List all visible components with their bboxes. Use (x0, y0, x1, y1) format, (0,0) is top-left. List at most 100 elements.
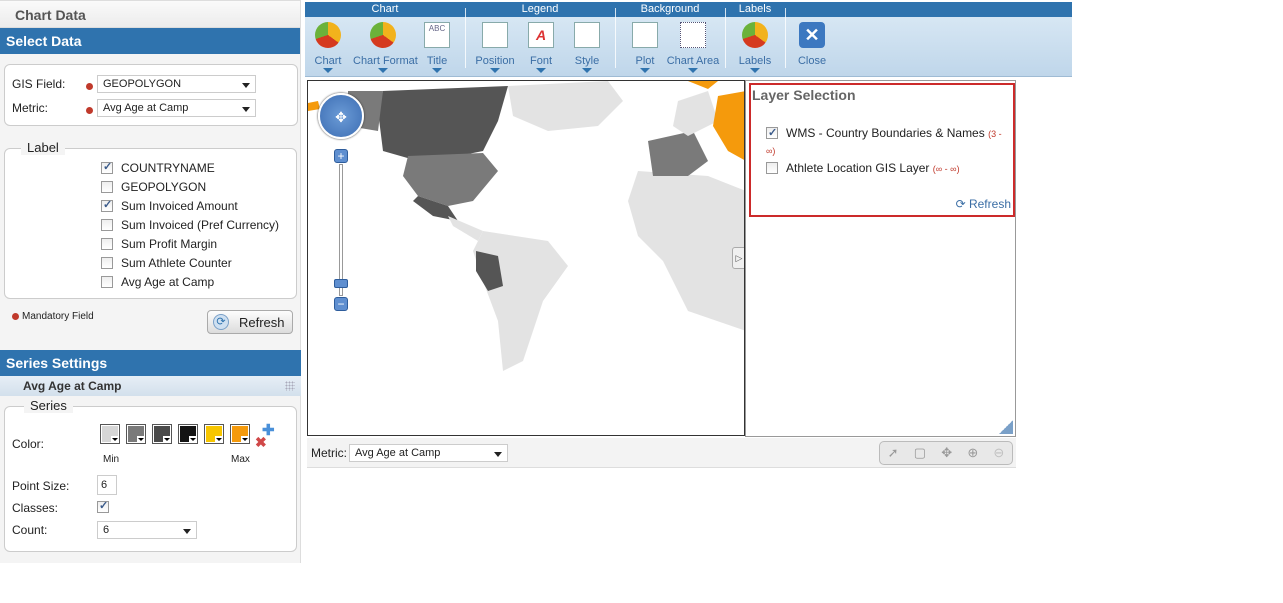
toolbar-button-chart[interactable]: Chart (298, 20, 358, 78)
label-option[interactable]: Avg Age at Camp (101, 275, 214, 289)
series-name: Avg Age at Camp (23, 379, 122, 393)
dropdown-arrow-icon (137, 436, 145, 443)
dropdown-arrow-icon (189, 436, 197, 443)
label-option-text: GEOPOLYGON (121, 180, 207, 194)
zoom-out-icon[interactable]: − (334, 297, 348, 311)
group-label-labels: Labels (738, 3, 772, 15)
label-option[interactable]: Sum Profit Margin (101, 237, 217, 251)
dropdown-caret-icon (536, 68, 546, 73)
metric-value: Avg Age at Camp (103, 102, 189, 114)
color-swatch[interactable] (152, 424, 172, 444)
drag-handle-icon[interactable] (285, 381, 295, 391)
resize-handle-icon[interactable] (999, 420, 1013, 434)
zoom-out-tool-icon[interactable]: ⊖ (993, 445, 1004, 461)
label-option[interactable]: GEOPOLYGON (101, 180, 206, 194)
min-label: Min (103, 454, 120, 465)
toolbar-button-style[interactable]: Style (557, 20, 617, 78)
label-option[interactable]: Sum Invoiced (Pref Currency) (101, 218, 279, 232)
central-america (448, 216, 483, 241)
pie-chart-icon (315, 22, 341, 48)
toolbar-button-labels[interactable]: Labels (725, 20, 785, 78)
chevron-down-icon (494, 452, 502, 457)
world-map (308, 81, 744, 371)
map-view[interactable]: ✥ + − ▷ (307, 80, 745, 436)
label-checkbox[interactable] (101, 276, 113, 288)
count-label: Count: (12, 523, 48, 537)
gis-field-label: GIS Field: (12, 77, 66, 91)
label-checkbox[interactable] (101, 257, 113, 269)
dropdown-caret-icon (750, 68, 760, 73)
group-label-chart: Chart (371, 3, 399, 15)
dropdown-arrow-icon (111, 436, 119, 443)
bottom-metric-label: Metric: (311, 446, 347, 460)
mandatory-dot (86, 107, 93, 114)
map-tools: ➚ ▢ ✥ ⊕ ⊖ (879, 441, 1013, 465)
group-label-background: Background (640, 3, 700, 15)
panel-title: Chart Data (0, 0, 300, 28)
label-checkbox[interactable] (101, 160, 113, 174)
toolbar-button-chart-format[interactable]: Chart Format (353, 20, 418, 78)
color-swatch[interactable] (178, 424, 198, 444)
select-data-header[interactable]: Select Data (0, 28, 300, 54)
toolbar-button-close[interactable]: ✕ Close (782, 20, 842, 78)
svalbard (688, 81, 718, 89)
toolbar-button-label: Chart (314, 55, 342, 67)
label-option[interactable]: COUNTRYNAME (101, 160, 215, 175)
toolbar-button-title[interactable]: ABC Title (407, 20, 467, 78)
pan-control-icon[interactable]: ✥ (318, 93, 364, 139)
label-checkbox[interactable] (101, 219, 113, 231)
series-settings-header[interactable]: Series Settings (0, 350, 301, 376)
toolbar-button-chart-area[interactable]: Chart Area (663, 20, 723, 78)
label-checkbox[interactable] (101, 238, 113, 250)
label-checkbox[interactable] (101, 198, 113, 212)
color-swatch[interactable] (100, 424, 120, 444)
europe (648, 131, 708, 176)
gis-field-select[interactable]: GEOPOLYGON (97, 75, 256, 93)
label-option[interactable]: Sum Athlete Counter (101, 256, 232, 270)
label-option-text: Sum Profit Margin (121, 237, 218, 251)
bottom-metric-select[interactable]: Avg Age at Camp (349, 444, 508, 462)
zoom-slider-track[interactable] (339, 164, 343, 296)
toolbar-button-label: Labels (738, 55, 772, 67)
classes-checkbox[interactable] (97, 499, 109, 513)
expand-panel-icon[interactable]: ▷ (732, 247, 744, 269)
zoom-slider-handle[interactable] (334, 279, 348, 288)
label-option-text: Sum Invoiced Amount (121, 199, 238, 213)
africa (628, 171, 744, 331)
dropdown-arrow-icon (163, 436, 171, 443)
remove-color-icon[interactable]: ✖ (255, 434, 267, 451)
count-select[interactable]: 6 (97, 521, 197, 539)
toolbar-button-label: Style (574, 55, 600, 67)
refresh-button[interactable]: ⟳ Refresh (207, 310, 293, 334)
dropdown-caret-icon (688, 68, 698, 73)
point-size-input[interactable]: 6 (97, 475, 117, 495)
series-legend: Series (24, 398, 73, 413)
label-option[interactable]: Sum Invoiced Amount (101, 198, 238, 213)
dropdown-caret-icon (640, 68, 650, 73)
mandatory-dot (12, 313, 19, 320)
mandatory-dot (86, 83, 93, 90)
color-swatch[interactable] (126, 424, 146, 444)
legend-position-icon (482, 22, 508, 48)
series-item[interactable]: Avg Age at Camp (0, 376, 301, 396)
label-checkbox[interactable] (101, 181, 113, 193)
dropdown-caret-icon (432, 68, 442, 73)
chevron-down-icon (183, 529, 191, 534)
dropdown-caret-icon (582, 68, 592, 73)
label-option-text: COUNTRYNAME (121, 161, 215, 175)
color-swatch[interactable] (204, 424, 224, 444)
color-label: Color: (12, 437, 45, 451)
label-option-text: Avg Age at Camp (121, 275, 215, 289)
zoom-in-icon[interactable]: + (334, 149, 348, 163)
zoom-in-tool-icon[interactable]: ⊕ (967, 445, 978, 461)
select-pointer-icon[interactable]: ➚ (888, 445, 899, 461)
metric-select[interactable]: Avg Age at Camp (97, 99, 256, 117)
pan-icon[interactable]: ✥ (941, 445, 952, 461)
box-select-icon[interactable]: ▢ (914, 445, 926, 461)
legend-style-icon (574, 22, 600, 48)
dropdown-arrow-icon (215, 436, 223, 443)
highlight-box (749, 83, 1015, 217)
label-option-text: Sum Invoiced (Pref Currency) (121, 218, 280, 232)
color-swatch[interactable] (230, 424, 250, 444)
greenland (508, 81, 623, 131)
